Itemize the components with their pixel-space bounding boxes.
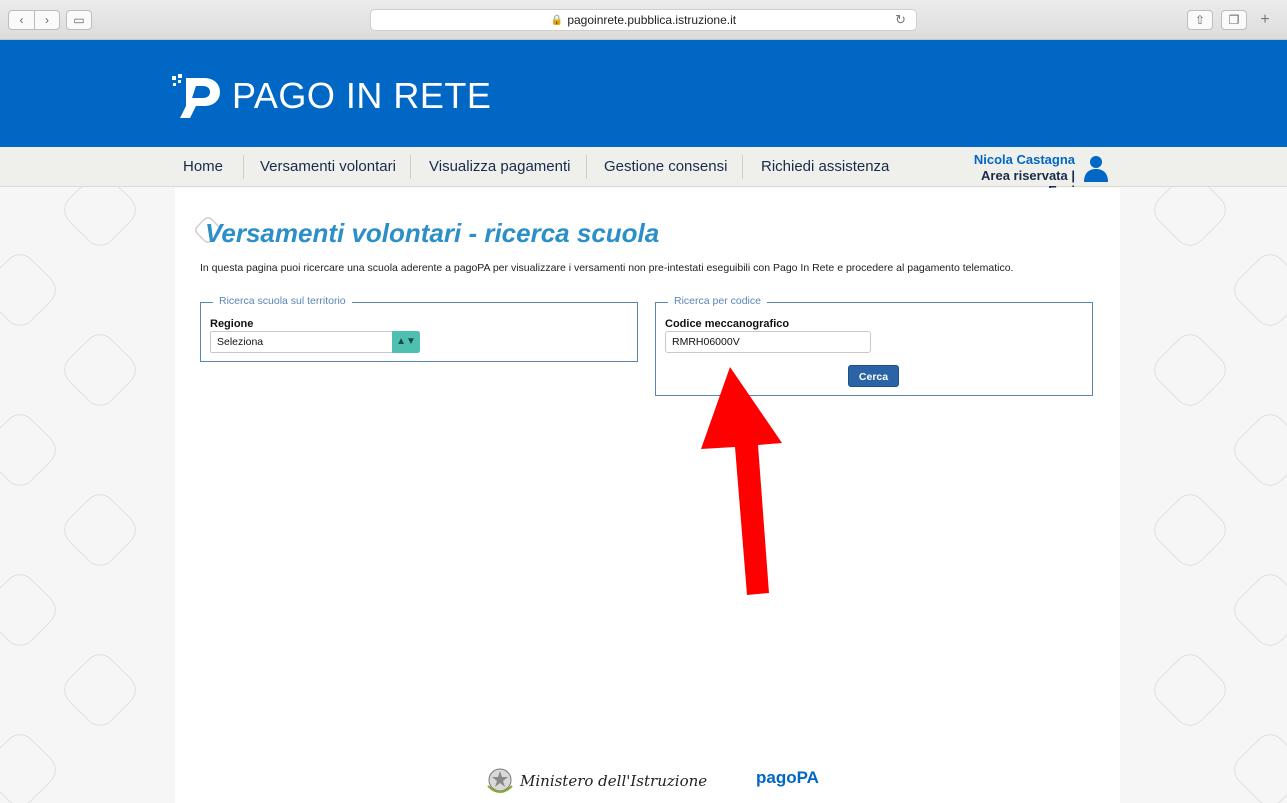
territory-legend: Ricerca scuola sul territorio: [213, 295, 352, 307]
new-tab-icon[interactable]: +: [1255, 10, 1275, 30]
pago-logo-icon: [172, 74, 220, 118]
region-select-value: Seleziona: [217, 336, 264, 348]
reload-icon[interactable]: ↻: [895, 12, 906, 28]
user-name[interactable]: Nicola Castagna: [955, 152, 1075, 167]
ministry-logo: Ministero dell'Istruzione: [486, 766, 707, 796]
region-label: Regione: [210, 318, 254, 330]
republic-emblem-icon: [487, 768, 513, 793]
pagopa-logo: pagoPA: [756, 768, 819, 787]
lock-icon: 🔒: [550, 14, 564, 26]
back-button[interactable]: ‹: [8, 10, 34, 30]
select-arrows-icon: ▲▼: [392, 331, 420, 353]
territory-search-fieldset: Ricerca scuola sul territorio Regione Se…: [200, 295, 638, 362]
nav-gestione-consensi[interactable]: Gestione consensi: [604, 147, 727, 187]
sidebar-toggle-icon[interactable]: ▭: [66, 10, 92, 30]
browser-toolbar: ‹ › ▭ 🔒 pagoinrete.pubblica.istruzione.i…: [0, 0, 1287, 40]
main-nav: Home Versamenti volontari Visualizza pag…: [0, 147, 1287, 198]
red-arrow-annotation: [701, 367, 782, 595]
share-icon[interactable]: ⇧: [1187, 10, 1213, 30]
site-logo[interactable]: PAGO IN RETE: [170, 72, 491, 120]
region-select[interactable]: Seleziona ▲▼: [210, 331, 420, 353]
page-title: Versamenti volontari - ricerca scuola: [205, 218, 660, 248]
nav-versamenti-volontari[interactable]: Versamenti volontari: [260, 147, 396, 187]
code-input[interactable]: RMRH06000V: [665, 331, 871, 353]
url-text: pagoinrete.pubblica.istruzione.it: [567, 13, 737, 27]
intro-text: In questa pagina puoi ricercare una scuo…: [200, 262, 1014, 274]
content-panel: Versamenti volontari - ricerca scuola In…: [175, 188, 1120, 803]
logo-text: PAGO IN RETE: [232, 75, 492, 116]
site-header: PAGO IN RETE: [0, 40, 1287, 147]
tabs-icon[interactable]: ❐: [1221, 10, 1247, 30]
ministry-text: Ministero dell'Istruzione: [520, 772, 708, 790]
nav-richiedi-assistenza[interactable]: Richiedi assistenza: [761, 147, 889, 187]
code-legend: Ricerca per codice: [668, 295, 767, 307]
area-riservata-link[interactable]: Area riservata: [981, 168, 1068, 183]
user-avatar-icon[interactable]: [1082, 154, 1110, 182]
address-bar[interactable]: 🔒 pagoinrete.pubblica.istruzione.it ↻: [370, 9, 917, 31]
code-label: Codice meccanografico: [665, 318, 790, 330]
forward-button[interactable]: ›: [34, 10, 60, 30]
nav-home[interactable]: Home: [183, 147, 223, 187]
nav-visualizza-pagamenti[interactable]: Visualizza pagamenti: [429, 147, 570, 187]
search-button[interactable]: Cerca: [848, 365, 899, 387]
